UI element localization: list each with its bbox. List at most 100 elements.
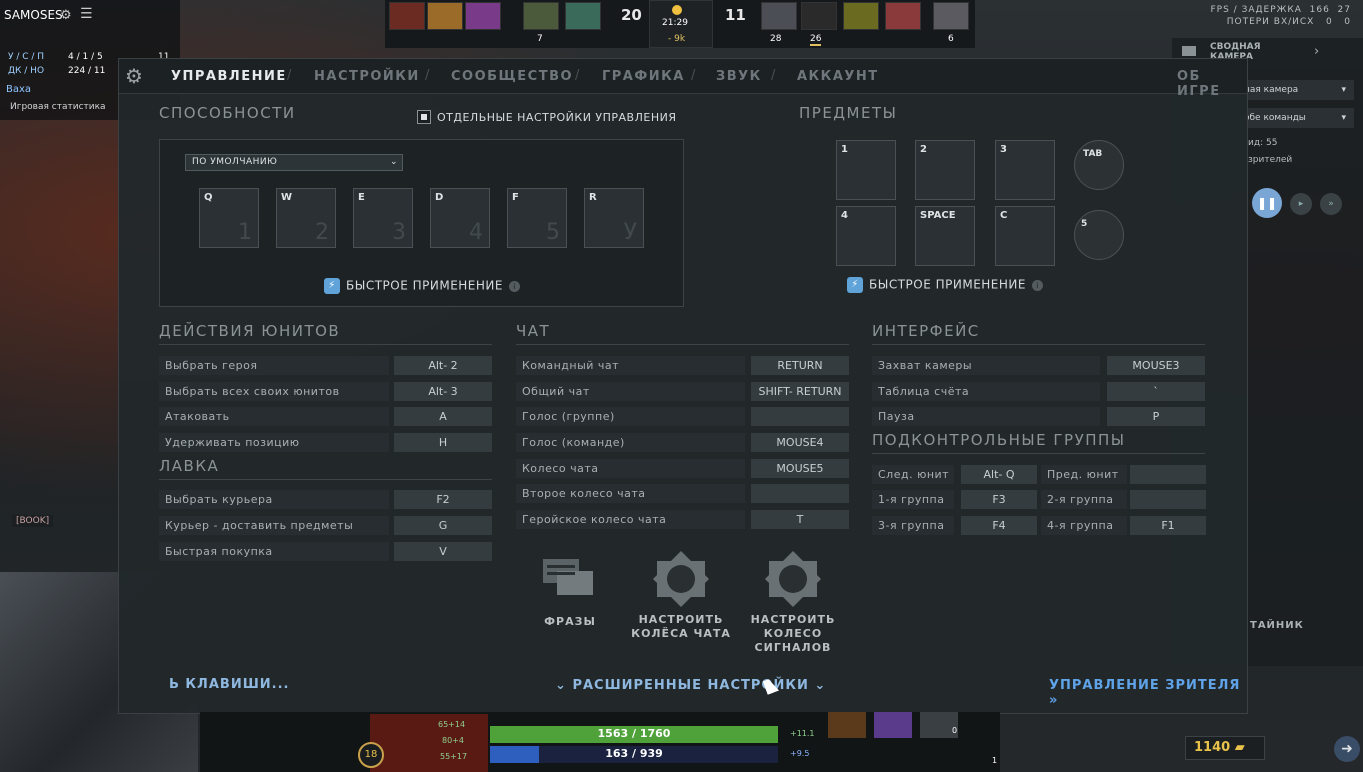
camera-mode-select[interactable]: ная камера ▾ [1244, 80, 1354, 100]
tp-scroll-slot[interactable]: TAB [1074, 140, 1124, 190]
tab-community[interactable]: СООБЩЕСТВО [451, 69, 573, 84]
chat-wheel-button[interactable]: НАСТРОИТЬ КОЛЁСА ЧАТА [629, 549, 733, 640]
binding-key[interactable]: F1 [1130, 516, 1206, 535]
step-icon[interactable]: ▸ [1290, 193, 1312, 215]
gear-icon[interactable]: ⚙ [60, 8, 74, 23]
binding-label: Второе колесо чата [516, 484, 745, 503]
binding-key[interactable]: H [394, 433, 492, 452]
item-slot-2[interactable]: 2 [915, 140, 975, 200]
binding-key[interactable]: T [751, 510, 849, 529]
camera-team-select[interactable]: обе команды ▾ [1244, 108, 1354, 128]
key-list-link[interactable]: Ь КЛАВИШИ... [169, 677, 289, 692]
tab-settings[interactable]: НАСТРОЙКИ [314, 69, 420, 84]
loss-label: ПОТЕРИ ВХ/ИСХ [1226, 17, 1315, 27]
ability-key-q[interactable]: Q1 [199, 188, 259, 248]
neutral-item-slot[interactable]: 5 [1074, 210, 1124, 260]
binding-key[interactable]: G [394, 516, 492, 535]
hero-portrait[interactable] [565, 2, 601, 30]
dire-level: 26 [810, 34, 822, 46]
gold-icon: ▰ [1234, 740, 1245, 755]
tab-about[interactable]: ОБ ИГРЕ [1177, 69, 1247, 99]
hero-portrait[interactable] [843, 2, 879, 30]
hero-portrait[interactable] [523, 2, 559, 30]
hero-portrait[interactable] [370, 714, 488, 772]
binding-key[interactable]: MOUSE5 [751, 459, 849, 478]
abilities-box: ПО УМОЛЧАНИЮ ⌄ Q1 W2 E3 D4 F5 RУ ⚡ БЫСТРО… [159, 139, 684, 307]
ability-key-d[interactable]: D4 [430, 188, 490, 248]
binding-key[interactable]: ` [1107, 382, 1205, 401]
binding-key[interactable]: SHIFT- RETURN [751, 382, 849, 401]
binding-key[interactable] [1130, 490, 1206, 509]
item-slot[interactable] [828, 712, 866, 738]
speed-stat: 55+17 [440, 752, 468, 761]
advanced-settings-link[interactable]: ⌄ РАСШИРЕННЫЕ НАСТРОЙКИ ⌄ [555, 678, 826, 693]
binding-key[interactable]: V [394, 542, 492, 561]
profile-dropdown[interactable]: ПО УМОЛЧАНИЮ ⌄ [185, 154, 403, 171]
pause-icon[interactable]: ❚❚ [1252, 188, 1282, 218]
radiant-level: 7 [537, 34, 543, 44]
gold-display[interactable]: 1140 ▰ [1185, 736, 1265, 760]
binding-key[interactable]: P [1107, 407, 1205, 426]
binding-key[interactable] [751, 407, 849, 426]
hero-portrait[interactable] [389, 2, 425, 30]
tab-sound[interactable]: ЗВУК [716, 69, 762, 84]
arrow-right-icon[interactable]: ➜ [1334, 736, 1360, 762]
quick-cast-abilities[interactable]: ⚡ БЫСТРОЕ ПРИМЕНЕНИЕ i [324, 278, 520, 294]
binding-key[interactable] [1130, 465, 1206, 484]
spectator-controls-link[interactable]: УПРАВЛЕНИЕ ЗРИТЕЛЯ » [1049, 678, 1247, 708]
hero-portrait[interactable] [885, 2, 921, 30]
hero-portrait[interactable] [427, 2, 463, 30]
dire-level: 6 [948, 34, 954, 44]
shop-title: ЛАВКА [159, 457, 220, 475]
item-slot-1[interactable]: 1 [836, 140, 896, 200]
ability-key-r[interactable]: RУ [584, 188, 644, 248]
chevron-right-icon[interactable]: › [1314, 44, 1319, 59]
binding-key[interactable]: RETURN [751, 356, 849, 375]
ability-key-w[interactable]: W2 [276, 188, 336, 248]
binding-label: Удерживать позицию [159, 433, 389, 452]
hero-portrait[interactable] [933, 2, 969, 30]
tab-account[interactable]: АККАУНТ [797, 69, 879, 84]
item-slot-4[interactable]: 4 [836, 206, 896, 266]
item-slot[interactable] [874, 712, 912, 738]
binding-key[interactable]: F2 [394, 490, 492, 509]
separate-controls-checkbox[interactable] [417, 110, 431, 124]
info-icon[interactable]: i [508, 280, 520, 292]
binding-label: След. юнит [872, 465, 954, 484]
info-icon[interactable]: i [1031, 279, 1043, 291]
binding-key[interactable]: MOUSE4 [751, 433, 849, 452]
gear-icon[interactable]: ⚙ [125, 65, 147, 87]
tab-graphics[interactable]: ГРАФИКА [602, 69, 685, 84]
binding-key[interactable]: F3 [961, 490, 1037, 509]
key-label: D [435, 192, 444, 203]
item-slot-3[interactable]: 3 [995, 140, 1055, 200]
chevron-down-icon: ⌄ [555, 678, 567, 693]
signal-wheel-button[interactable]: НАСТРОИТЬ КОЛЕСО СИГНАЛОВ [741, 549, 845, 654]
quick-cast-items[interactable]: ⚡ БЫСТРОЕ ПРИМЕНЕНИЕ i [847, 277, 1043, 293]
binding-key[interactable]: Alt- 3 [394, 382, 492, 401]
item-slot-6[interactable]: C [995, 206, 1055, 266]
binding-key[interactable]: A [394, 407, 492, 426]
binding-key[interactable]: Alt- 2 [394, 356, 492, 375]
stats-link[interactable]: Игровая статистика [10, 102, 106, 112]
binding-label: Выбрать курьера [159, 490, 389, 509]
menu-icon[interactable]: ☰ [80, 7, 96, 22]
hero-portrait[interactable] [761, 2, 797, 30]
binding-key[interactable]: F4 [961, 516, 1037, 535]
binding-key[interactable] [751, 484, 849, 503]
tab-controls[interactable]: УПРАВЛЕНИЕ [171, 69, 287, 84]
phrases-button[interactable]: ФРАЗЫ [539, 555, 603, 628]
game-clock: 21:29 [662, 18, 688, 28]
item-slot-5[interactable]: SPACE [915, 206, 975, 266]
fast-forward-icon[interactable]: » [1320, 193, 1342, 215]
abilities-title: СПОСОБНОСТИ [159, 104, 296, 122]
binding-label: Захват камеры [872, 356, 1100, 375]
hero-portrait[interactable] [801, 2, 837, 30]
player-name: SAMOSES [4, 8, 63, 22]
hero-portrait[interactable] [465, 2, 501, 30]
binding-key[interactable]: Alt- Q [961, 465, 1037, 484]
ability-key-e[interactable]: E3 [353, 188, 413, 248]
ability-key-f[interactable]: F5 [507, 188, 567, 248]
dire-level: 28 [770, 34, 782, 44]
binding-key[interactable]: MOUSE3 [1107, 356, 1205, 375]
